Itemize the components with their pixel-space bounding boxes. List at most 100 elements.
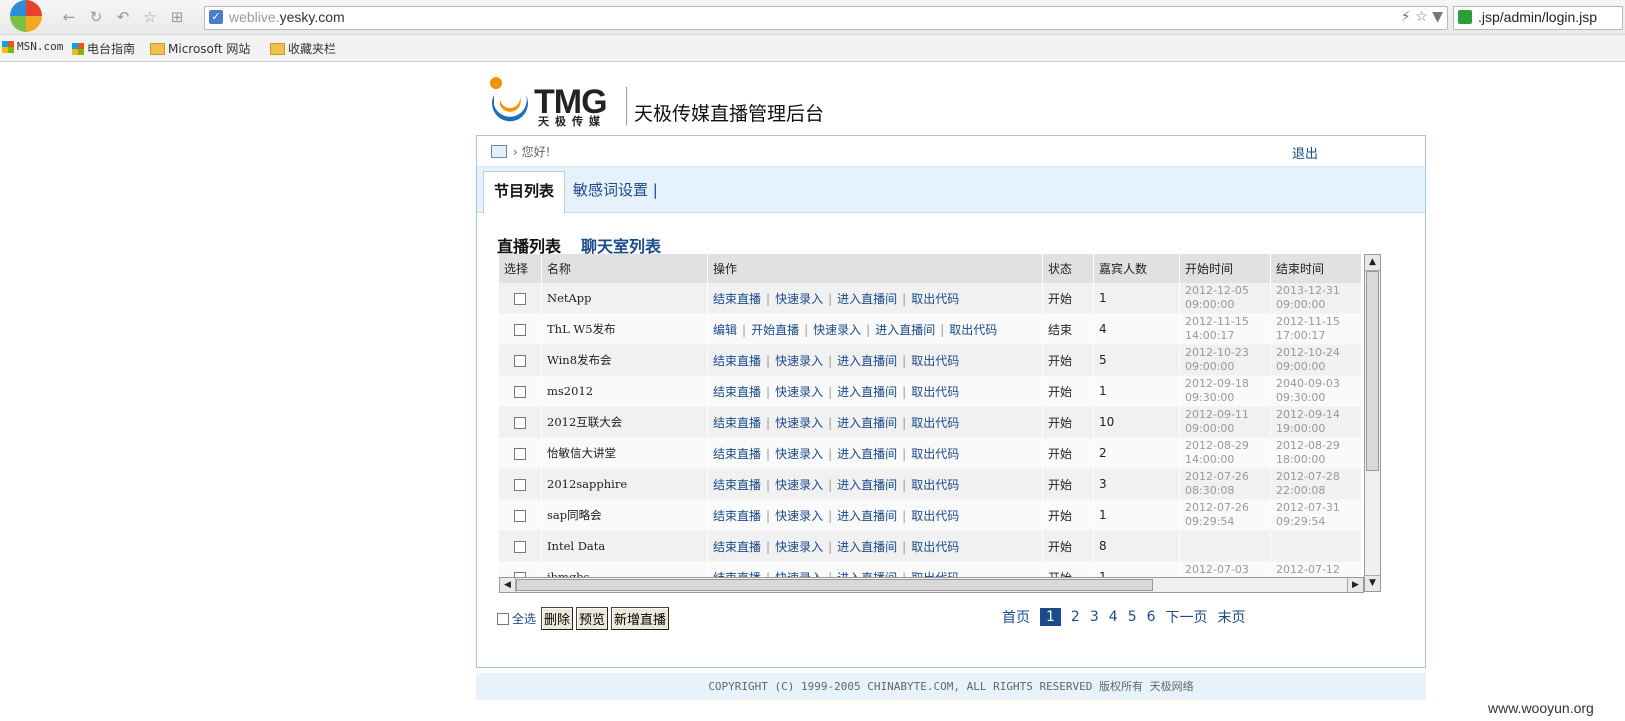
row-guests: 4: [1093, 313, 1180, 345]
op-link[interactable]: 进入直播间: [837, 354, 897, 368]
op-link[interactable]: 快速录入: [813, 323, 861, 337]
row-checkbox[interactable]: [514, 385, 526, 398]
row-checkbox[interactable]: [514, 478, 526, 491]
bookmark-radio-guide[interactable]: 电台指南: [72, 40, 135, 57]
grid-icon[interactable]: ⊞: [168, 8, 186, 26]
pager-page-5[interactable]: 5: [1128, 609, 1137, 625]
bookmark-favorites-bar[interactable]: 收藏夹栏: [270, 40, 336, 57]
bookmark-msn[interactable]: MSN.com: [2, 40, 63, 53]
op-link[interactable]: 快速录入: [775, 292, 823, 306]
scroll-right-icon[interactable]: ▶: [1347, 578, 1363, 592]
scroll-up-icon[interactable]: ▲: [1365, 255, 1380, 271]
op-link[interactable]: 结束直播: [713, 385, 761, 399]
op-link[interactable]: 进入直播间: [837, 447, 897, 461]
row-end: 2012-09-14 19:00:00: [1270, 406, 1362, 438]
op-link[interactable]: 结束直播: [713, 354, 761, 368]
op-link[interactable]: 取出代码: [911, 540, 959, 554]
op-link[interactable]: 开始直播: [751, 323, 799, 337]
search-box[interactable]: .jsp/admin/login.jsp: [1453, 6, 1623, 30]
bookmark-microsoft[interactable]: Microsoft 网站: [150, 40, 250, 57]
op-link[interactable]: 快速录入: [775, 478, 823, 492]
op-link[interactable]: 快速录入: [775, 509, 823, 523]
row-guests: 8: [1093, 530, 1180, 562]
logout-link[interactable]: 退出: [1292, 143, 1318, 162]
tab-sensitive-words[interactable]: 敏感词设置 |: [563, 171, 668, 212]
refresh-icon[interactable]: ↻: [87, 8, 105, 26]
select-all-checkbox[interactable]: [497, 612, 509, 625]
undo-icon[interactable]: ↶: [114, 8, 132, 26]
row-select-cell: [499, 344, 542, 376]
pager-last[interactable]: 末页: [1218, 607, 1246, 627]
pager-page-6[interactable]: 6: [1147, 609, 1156, 625]
pager-page-1[interactable]: 1: [1040, 608, 1061, 626]
col-start: 开始时间: [1179, 254, 1271, 283]
row-checkbox[interactable]: [514, 323, 526, 336]
row-checkbox[interactable]: [514, 447, 526, 460]
op-link[interactable]: 取出代码: [911, 354, 959, 368]
op-link[interactable]: 结束直播: [713, 478, 761, 492]
op-link[interactable]: 取出代码: [911, 385, 959, 399]
op-link[interactable]: 进入直播间: [875, 323, 935, 337]
row-checkbox[interactable]: [514, 540, 526, 553]
op-link[interactable]: 结束直播: [713, 509, 761, 523]
row-status: 开始: [1042, 468, 1095, 500]
op-link[interactable]: 取出代码: [911, 478, 959, 492]
op-link[interactable]: 取出代码: [911, 447, 959, 461]
op-link[interactable]: 快速录入: [775, 354, 823, 368]
op-link[interactable]: 取出代码: [911, 416, 959, 430]
pager-page-3[interactable]: 3: [1090, 609, 1099, 625]
op-link[interactable]: 取出代码: [911, 292, 959, 306]
delete-button[interactable]: 删除: [541, 607, 574, 630]
op-link[interactable]: 快速录入: [775, 540, 823, 554]
scroll-thumb[interactable]: [1366, 271, 1379, 471]
scroll-down-icon[interactable]: ▼: [1365, 575, 1380, 591]
dropdown-arrow-icon[interactable]: ▼: [1432, 9, 1443, 25]
row-checkbox[interactable]: [514, 509, 526, 522]
scroll-left-icon[interactable]: ◀: [500, 578, 516, 592]
op-link[interactable]: 进入直播间: [837, 509, 897, 523]
add-live-button[interactable]: 新增直播: [611, 607, 670, 630]
table-row: Intel Data 结束直播 | 快速录入 | 进入直播间 | 取出代码 开始 8: [499, 530, 1362, 562]
logo-subtitle: 天极传媒: [538, 115, 606, 128]
op-link[interactable]: 进入直播间: [837, 416, 897, 430]
op-link[interactable]: 取出代码: [911, 509, 959, 523]
select-all-label[interactable]: 全选: [512, 610, 536, 627]
op-link[interactable]: 进入直播间: [837, 540, 897, 554]
pager-first[interactable]: 首页: [1002, 607, 1030, 627]
pager-page-4[interactable]: 4: [1109, 609, 1118, 625]
preview-button[interactable]: 预览: [576, 607, 609, 630]
row-checkbox[interactable]: [514, 416, 526, 429]
row-checkbox[interactable]: [514, 354, 526, 367]
horizontal-scrollbar[interactable]: ◀ ▶: [499, 577, 1364, 593]
pager-next[interactable]: 下一页: [1166, 607, 1208, 627]
address-actions[interactable]: ⚡ ☆ ▼: [1401, 9, 1443, 25]
row-status: 开始: [1042, 499, 1095, 531]
op-link[interactable]: 快速录入: [775, 447, 823, 461]
op-link[interactable]: 结束直播: [713, 416, 761, 430]
tab-program-list[interactable]: 节目列表: [483, 171, 566, 214]
op-link[interactable]: 结束直播: [713, 447, 761, 461]
lightning-icon[interactable]: ⚡: [1401, 9, 1411, 25]
op-link[interactable]: 取出代码: [949, 323, 997, 337]
op-link[interactable]: 结束直播: [713, 540, 761, 554]
op-link[interactable]: 进入直播间: [837, 385, 897, 399]
back-icon[interactable]: ←: [60, 8, 78, 26]
op-link[interactable]: 结束直播: [713, 292, 761, 306]
op-separator: |: [828, 291, 833, 306]
op-link[interactable]: 编辑: [713, 323, 737, 337]
op-link[interactable]: 进入直播间: [837, 292, 897, 306]
start-time: 09:00:00: [1185, 360, 1235, 373]
favorite-star-icon[interactable]: ☆: [141, 8, 159, 26]
star-icon[interactable]: ☆: [1415, 9, 1428, 25]
address-bar[interactable]: ✓ weblive.yesky.com ⚡ ☆ ▼: [204, 6, 1448, 30]
op-link[interactable]: 快速录入: [775, 385, 823, 399]
op-link[interactable]: 进入直播间: [837, 478, 897, 492]
vertical-scrollbar[interactable]: ▲ ▼: [1364, 254, 1381, 592]
start-date: 2012-10-23: [1185, 346, 1249, 359]
row-ops: 结束直播 | 快速录入 | 进入直播间 | 取出代码: [707, 499, 1043, 531]
pager-page-2[interactable]: 2: [1071, 609, 1080, 625]
op-link[interactable]: 快速录入: [775, 416, 823, 430]
scroll-thumb[interactable]: [516, 579, 1153, 591]
table-body: NetApp 结束直播 | 快速录入 | 进入直播间 | 取出代码 开始 1 2012-12-05 0…: [499, 283, 1362, 593]
row-checkbox[interactable]: [514, 292, 526, 305]
